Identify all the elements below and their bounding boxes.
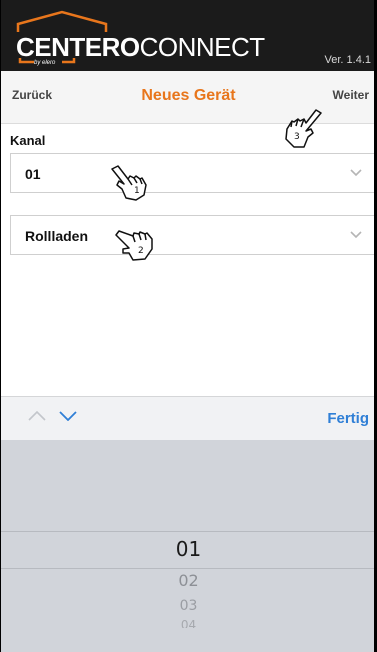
device-type-select[interactable]: Rollladen — [10, 215, 376, 255]
channel-select-value: 01 — [25, 166, 41, 182]
hand-number-2: 2 — [138, 246, 144, 256]
channel-label: Kanal — [10, 133, 46, 148]
pointing-hand-icon: 2 — [115, 230, 153, 261]
keyboard-toolbar: Fertig — [0, 396, 377, 441]
picker-option[interactable]: 03 — [0, 598, 377, 614]
logo-subtitle: by elero — [34, 60, 56, 66]
done-button[interactable]: Fertig — [327, 410, 369, 427]
pointing-hand-icon: 3 — [285, 109, 322, 148]
pointing-hand-icon: 1 — [111, 165, 147, 201]
chevron-down-icon[interactable] — [59, 411, 77, 421]
picker-option-selected[interactable]: 01 — [0, 537, 377, 561]
picker-option[interactable]: 02 — [0, 571, 377, 590]
centero-connect-logo: CENTEROCONNECT by elero — [14, 10, 265, 66]
chevron-down-icon — [350, 169, 362, 177]
hand-number-3: 3 — [294, 132, 300, 142]
chevron-down-icon — [350, 231, 362, 239]
version-label: Ver. 1.4.1 — [324, 54, 371, 66]
channel-select[interactable]: 01 — [10, 153, 376, 193]
channel-picker-wheel[interactable]: 01 02 03 04 — [0, 440, 377, 652]
device-type-select-value: Rollladen — [25, 228, 89, 244]
hand-number-1: 1 — [134, 186, 140, 196]
app-header: CENTEROCONNECT by elero Ver. 1.4.1 — [0, 0, 377, 71]
picker-selection-bottom-line — [0, 568, 377, 569]
frame-left-edge — [0, 0, 1, 652]
picker-option[interactable]: 04 — [0, 618, 377, 628]
chevron-up-icon[interactable] — [28, 411, 46, 421]
picker-selection-top-line — [0, 531, 377, 532]
next-button[interactable]: Weiter — [333, 88, 369, 102]
logo-wordmark: CENTEROCONNECT — [16, 32, 265, 62]
page-title: Neues Gerät — [141, 87, 236, 104]
